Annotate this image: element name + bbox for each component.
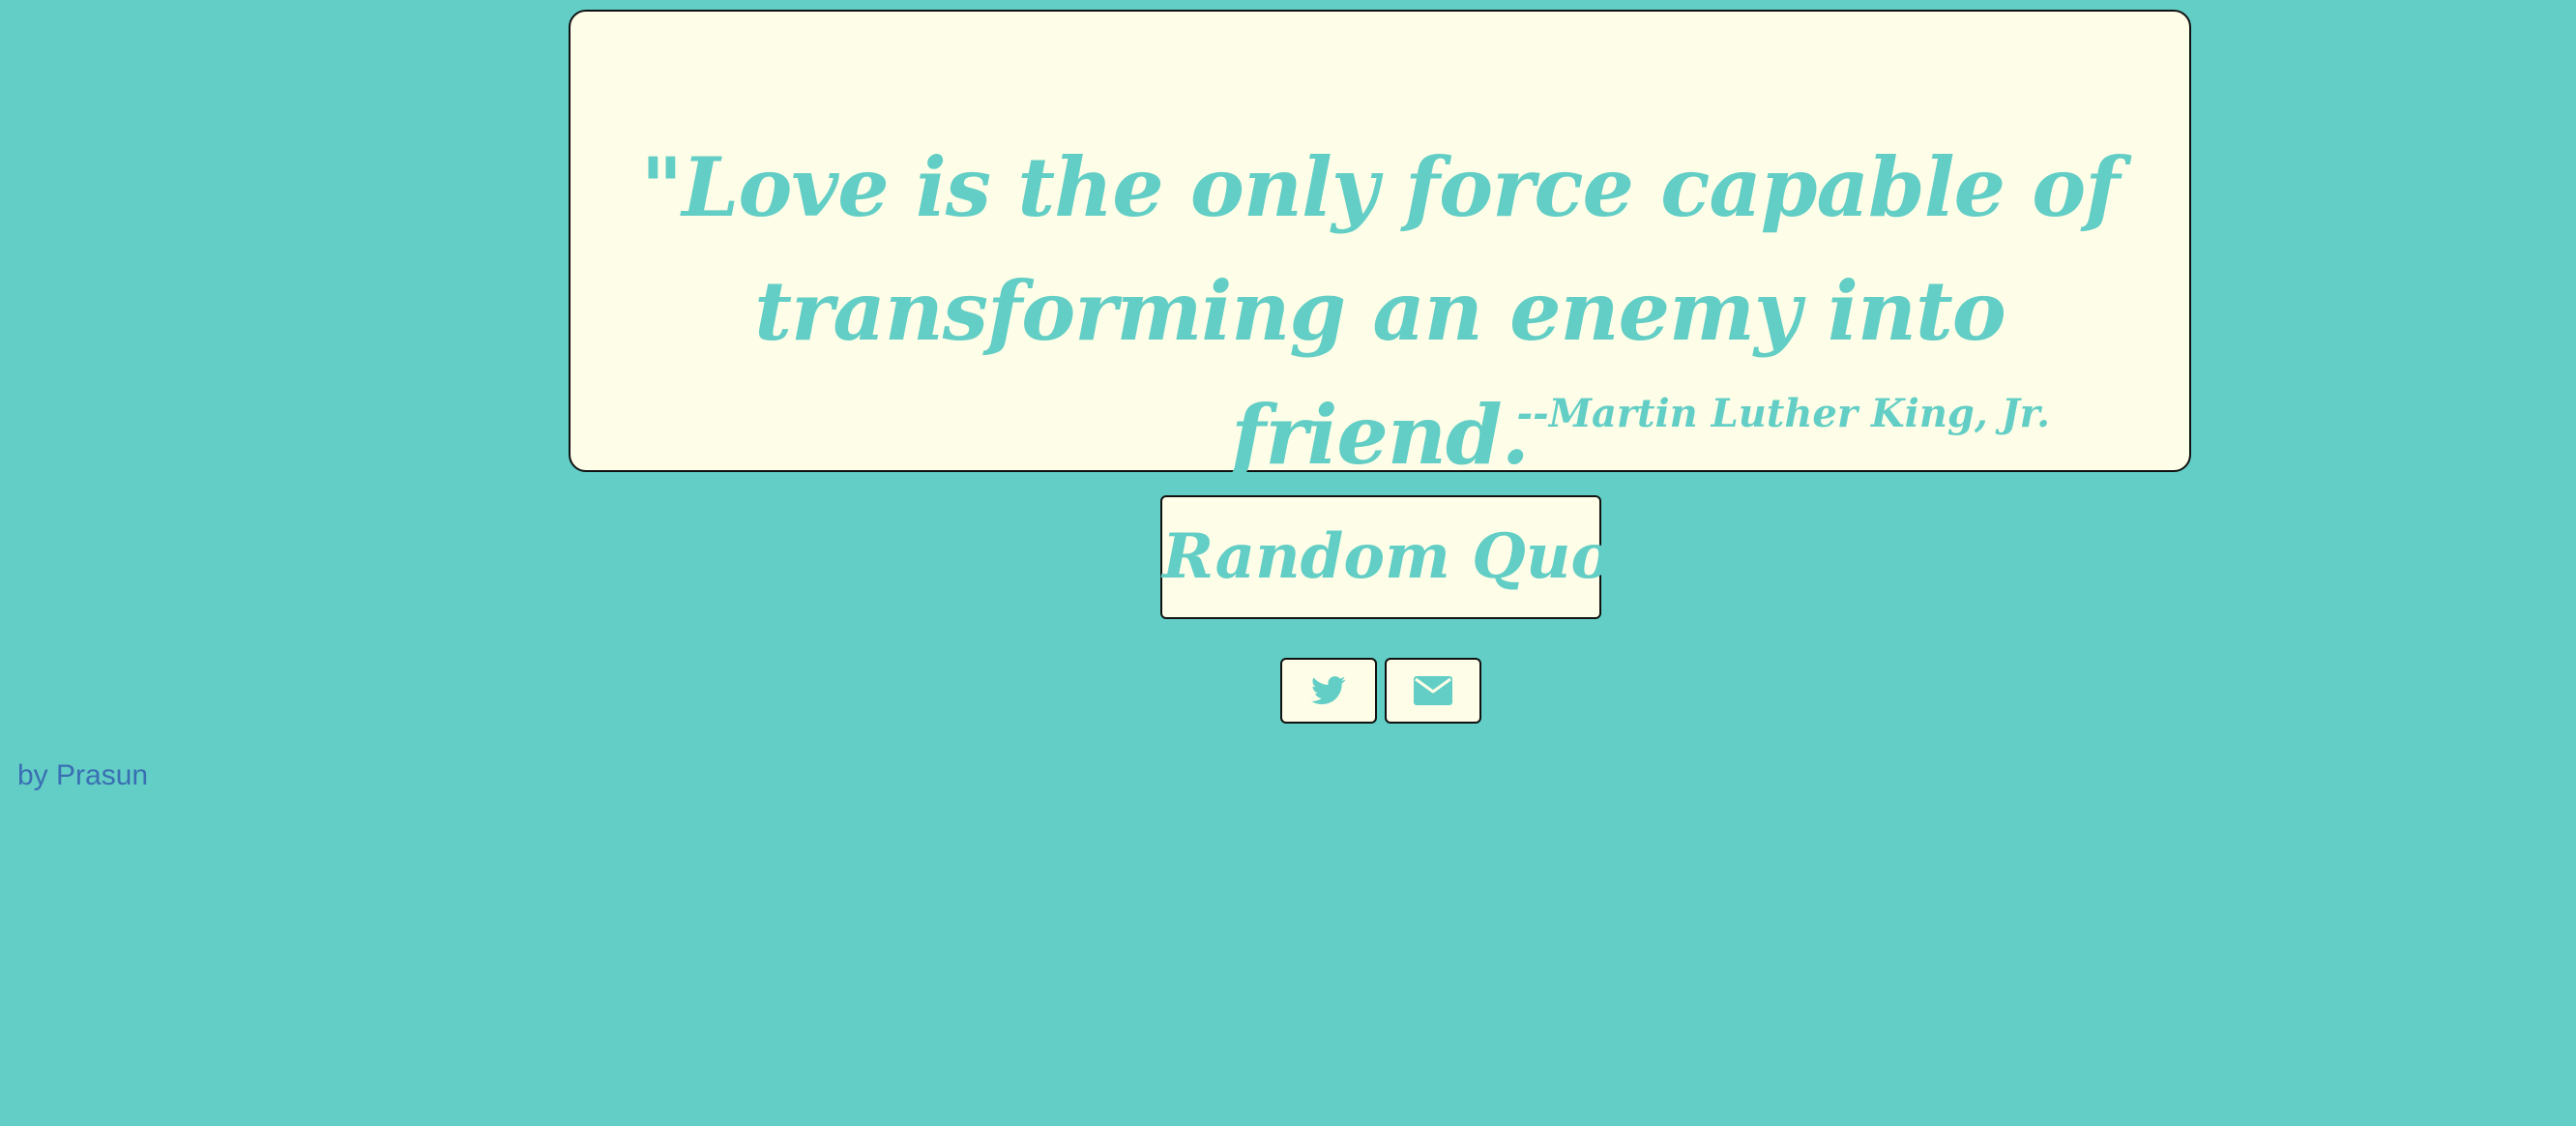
envelope-icon (1414, 676, 1452, 705)
tweet-button[interactable] (1280, 658, 1377, 724)
quote-card: "Love is the only force capable of trans… (569, 10, 2191, 483)
quote-text: "Love is the only force capable of trans… (640, 139, 2121, 483)
author-credit-link[interactable]: by Prasun (17, 758, 148, 793)
quote-author: --Martin Luther King, Jr. (1516, 391, 2050, 436)
twitter-icon (1311, 676, 1346, 705)
random-quote-button[interactable]: Random Quote (1160, 495, 1680, 619)
email-button[interactable] (1385, 658, 1481, 724)
